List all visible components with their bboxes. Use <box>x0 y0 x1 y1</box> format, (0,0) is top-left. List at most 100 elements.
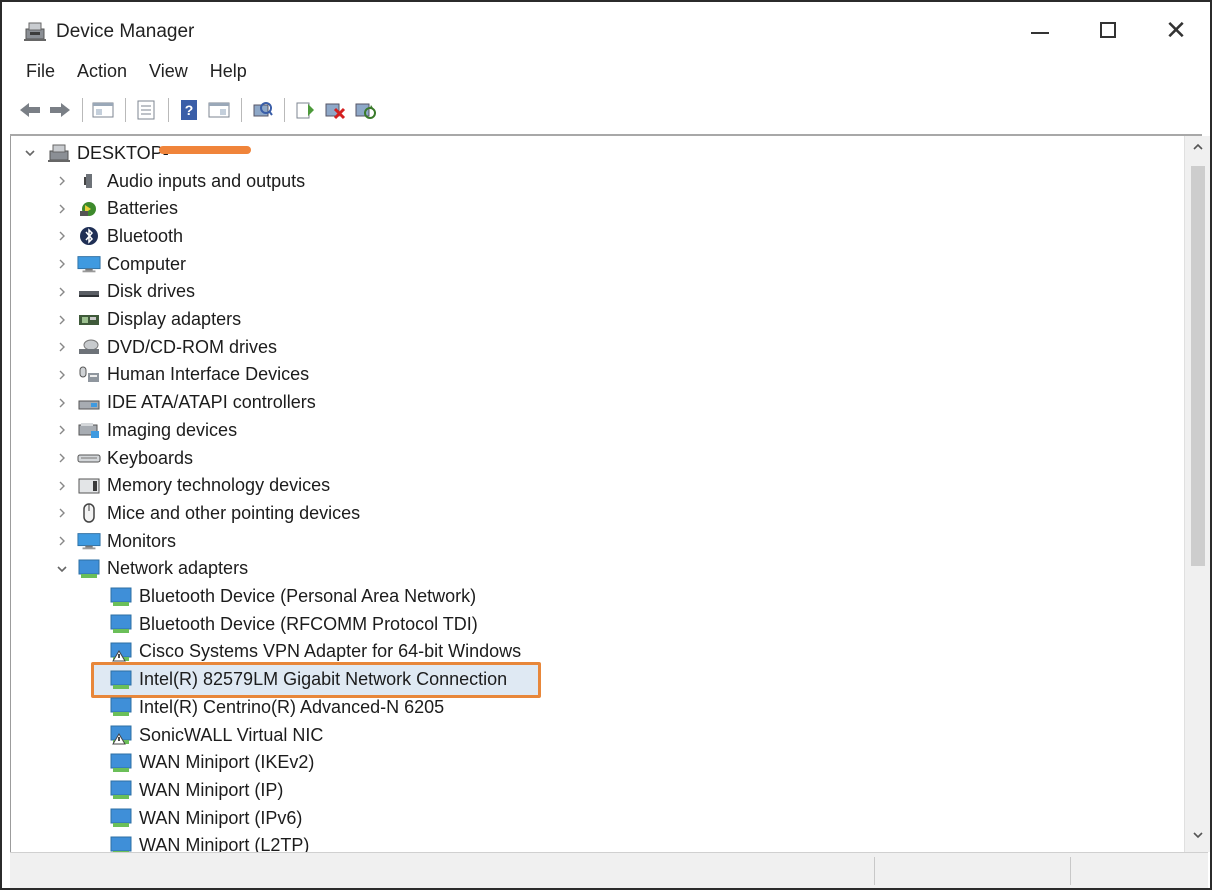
network-adapter-label: WAN Miniport (IKEv2) <box>139 752 315 773</box>
chevron-right-icon[interactable] <box>55 423 69 437</box>
vertical-scrollbar[interactable] <box>1184 136 1210 852</box>
chevron-right-icon[interactable] <box>55 313 69 327</box>
tree-category-label: DVD/CD-ROM drives <box>107 336 278 357</box>
tree-category-ide-ata-atapi-controllers[interactable]: IDE ATA/ATAPI controllers <box>55 390 316 416</box>
network-adapter-item[interactable]: WAN Miniport (IKEv2) <box>109 750 314 776</box>
tree-category-label: Display adapters <box>107 309 242 329</box>
maximize-button[interactable] <box>1080 10 1136 50</box>
chevron-right-icon[interactable] <box>55 451 69 465</box>
tree-category-label: Mice and other pointing devices <box>107 502 361 523</box>
close-button[interactable]: ✕ <box>1148 10 1204 50</box>
tree-category-monitors[interactable]: Monitors <box>55 528 176 554</box>
menu-file[interactable]: File <box>14 58 65 86</box>
scan-hardware-button[interactable] <box>248 96 276 124</box>
display-adapter-icon <box>77 310 101 330</box>
chevron-right-icon[interactable] <box>55 506 69 520</box>
back-arrow-icon <box>20 103 40 117</box>
redaction-mark <box>159 146 251 154</box>
chevron-right-icon[interactable] <box>55 340 69 354</box>
menu-help[interactable]: Help <box>198 58 257 86</box>
show-hide-tree-icon <box>92 102 114 118</box>
action-pane-icon <box>208 102 230 118</box>
device-tree[interactable]: DESKTOP- Audio inputs and outputs Batteri… <box>10 136 1184 852</box>
uninstall-device-button[interactable] <box>351 96 379 124</box>
disable-device-button[interactable] <box>321 96 349 124</box>
tree-category-label: Computer <box>107 253 187 274</box>
tree-category-human-interface-devices[interactable]: Human Interface Devices <box>55 362 309 388</box>
status-divider <box>1070 857 1071 885</box>
uninstall-device-icon <box>355 103 376 119</box>
show-hide-tree-button[interactable] <box>89 96 117 124</box>
network-adapter-icon <box>109 836 133 852</box>
chevron-right-icon[interactable] <box>55 479 69 493</box>
scroll-up-button[interactable] <box>1185 140 1211 160</box>
toolbar-separator <box>82 98 83 122</box>
tree-category-label: Human Interface Devices <box>107 364 310 385</box>
memory-device-icon <box>77 476 101 496</box>
network-adapter-item[interactable]: Intel(R) Centrino(R) Advanced-N 6205 <box>109 694 444 720</box>
network-adapter-item[interactable]: WAN Miniport (IP) <box>109 777 283 803</box>
tree-category-memory-technology-devices[interactable]: Memory technology devices <box>55 473 330 499</box>
monitor-icon <box>77 531 101 551</box>
menu-action[interactable]: Action <box>65 58 137 86</box>
help-icon: ? <box>181 100 197 120</box>
chevron-right-icon[interactable] <box>55 174 69 188</box>
network-adapter-item[interactable]: WAN Miniport (L2TP) <box>109 833 309 852</box>
chevron-down-icon[interactable] <box>55 562 69 576</box>
action-pane-button[interactable] <box>205 96 233 124</box>
monitor-icon <box>77 254 101 274</box>
tree-category-label: Batteries <box>107 198 179 219</box>
chevron-right-icon[interactable] <box>55 368 69 382</box>
tree-category-keyboards[interactable]: Keyboards <box>55 445 193 471</box>
update-driver-button[interactable] <box>291 96 319 124</box>
chevron-right-icon[interactable] <box>55 257 69 271</box>
tree-category-mice-and-other-pointing-devices[interactable]: Mice and other pointing devices <box>55 500 360 526</box>
tree-category-label: Keyboards <box>107 447 194 468</box>
properties-button[interactable] <box>132 96 160 124</box>
network-adapter-item[interactable]: Bluetooth Device (RFCOMM Protocol TDI) <box>109 611 478 637</box>
tree-root[interactable]: DESKTOP- <box>23 140 169 166</box>
imaging-device-icon <box>77 420 101 440</box>
toolbar-separator <box>168 98 169 122</box>
chevron-down-icon[interactable] <box>23 146 37 160</box>
network-adapter-item[interactable]: SonicWALL Virtual NIC <box>109 722 323 748</box>
close-icon: ✕ <box>1165 14 1187 45</box>
minimize-button[interactable] <box>1012 10 1068 50</box>
menu-bar: File Action View Help <box>14 58 257 88</box>
network-adapter-item-selected[interactable]: Intel(R) 82579LM Gigabit Network Connect… <box>109 667 507 693</box>
title-bar[interactable]: Device Manager ✕ <box>2 2 1210 50</box>
chevron-right-icon[interactable] <box>55 534 69 548</box>
tree-category-imaging-devices[interactable]: Imaging devices <box>55 417 237 443</box>
network-adapter-item[interactable]: Cisco Systems VPN Adapter for 64-bit Win… <box>109 639 521 665</box>
network-adapter-item[interactable]: Bluetooth Device (Personal Area Network) <box>109 584 476 610</box>
disk-drive-icon <box>77 282 101 302</box>
tree-category-audio-inputs-and-outputs[interactable]: Audio inputs and outputs <box>55 168 305 194</box>
chevron-right-icon[interactable] <box>55 396 69 410</box>
tree-category-display-adapters[interactable]: Display adapters <box>55 307 241 333</box>
back-button[interactable] <box>16 96 44 124</box>
chevron-right-icon[interactable] <box>55 202 69 216</box>
tree-category-label: Network adapters <box>107 558 249 579</box>
device-manager-window: Device Manager ✕ File Action View Help ? <box>0 0 1212 890</box>
tree-category-disk-drives[interactable]: Disk drives <box>55 279 195 305</box>
tree-category-bluetooth[interactable]: Bluetooth <box>55 223 183 249</box>
tree-category-dvd-cd-rom-drives[interactable]: DVD/CD-ROM drives <box>55 334 277 360</box>
toolbar-separator <box>284 98 285 122</box>
toolbar-separator <box>241 98 242 122</box>
toolbar-separator <box>125 98 126 122</box>
menu-view[interactable]: View <box>137 58 198 86</box>
network-adapter-label: Bluetooth Device (Personal Area Network) <box>139 586 477 606</box>
chevron-right-icon[interactable] <box>55 229 69 243</box>
tree-category-network-adapters[interactable]: Network adapters <box>55 556 248 582</box>
mouse-icon <box>77 503 101 524</box>
tree-category-computer[interactable]: Computer <box>55 251 186 277</box>
chevron-right-icon[interactable] <box>55 285 69 299</box>
tree-category-batteries[interactable]: Batteries <box>55 196 178 222</box>
network-adapter-item[interactable]: WAN Miniport (IPv6) <box>109 805 302 831</box>
forward-button[interactable] <box>46 96 74 124</box>
help-button[interactable]: ? <box>175 96 203 124</box>
network-adapter-icon <box>109 697 133 717</box>
scroll-down-button[interactable] <box>1185 828 1211 848</box>
scroll-thumb[interactable] <box>1191 166 1205 566</box>
disable-device-icon <box>325 103 346 120</box>
